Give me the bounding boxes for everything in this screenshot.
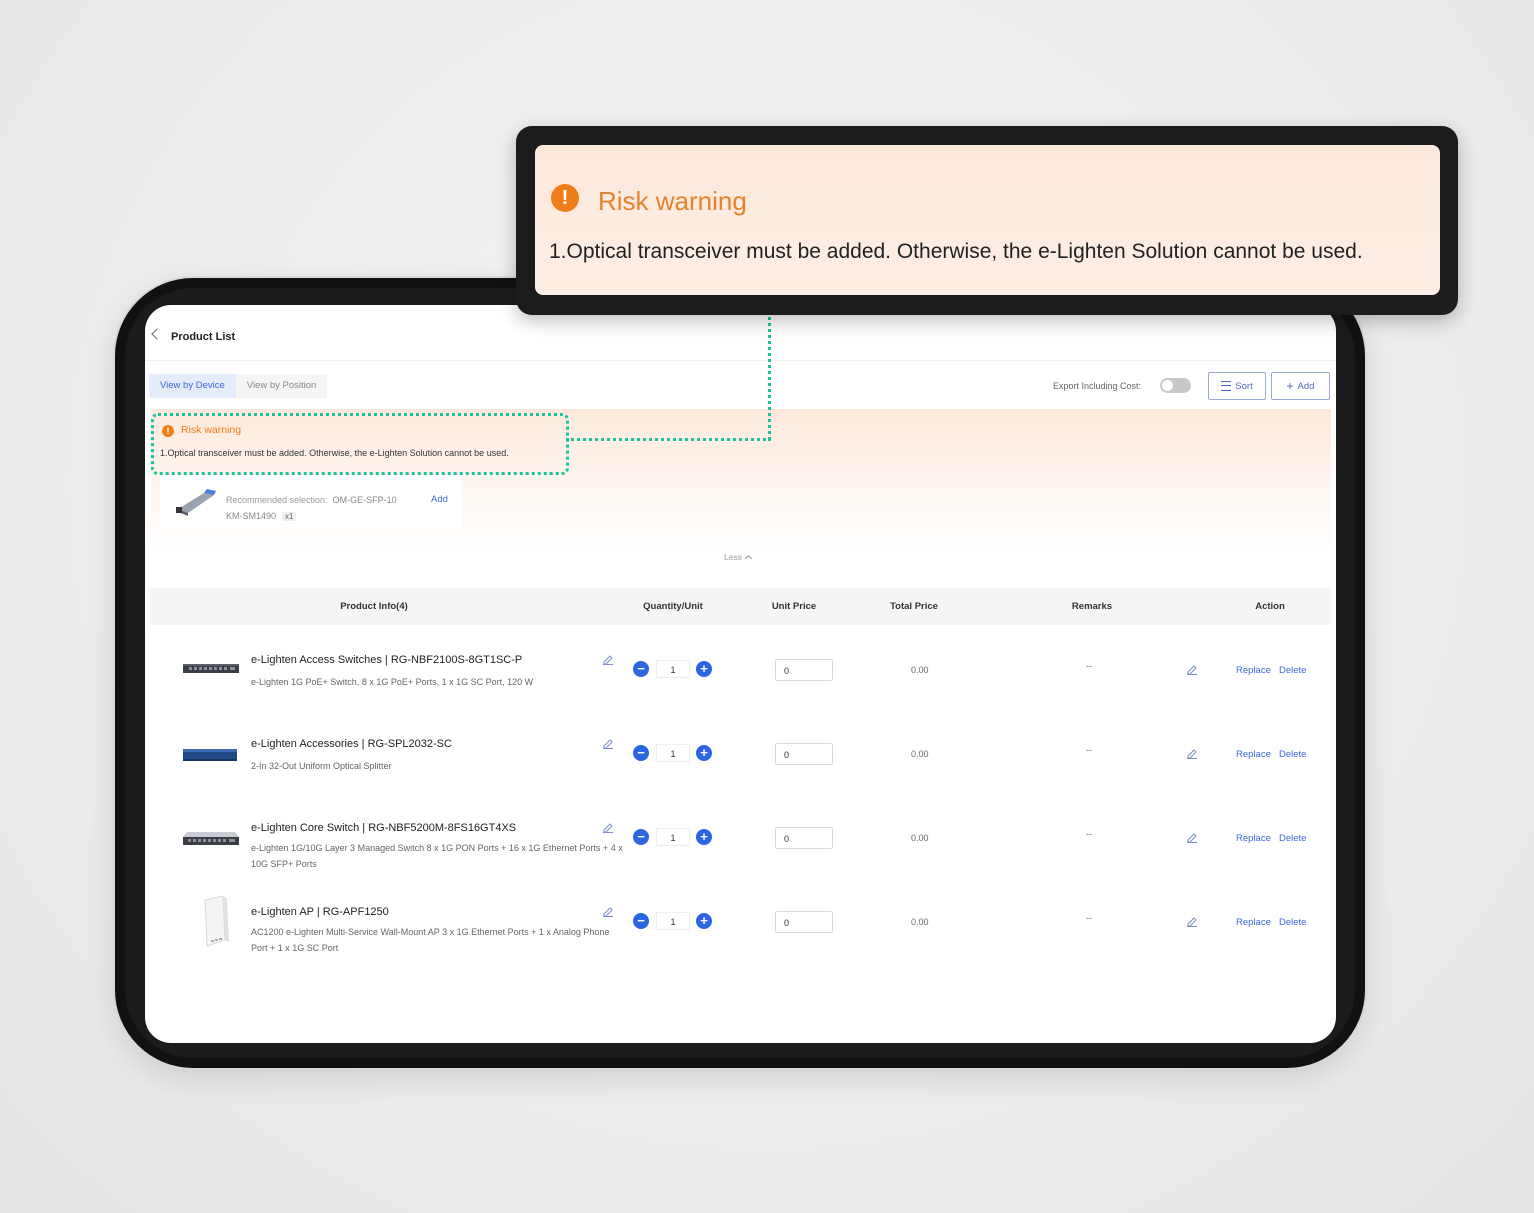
optical-splitter-image [183,749,237,761]
column-product-info: Product Info(4) [340,601,408,612]
risk-warning-callout: ! Risk warning 1.Optical transceiver mus… [516,126,1458,315]
callout-warning-title: Risk warning [598,186,747,216]
total-price: 0.00 [911,833,929,843]
quantity-input[interactable]: 1 [656,828,690,846]
delete-link[interactable]: Delete [1279,833,1306,844]
edit-remarks-pencil-icon[interactable] [1186,831,1198,843]
quantity-decrease-button[interactable]: − [633,745,649,761]
add-button[interactable]: + Add [1271,372,1330,400]
recommended-selection-label: Recommended selection: OM-GE-SFP-10 [226,495,397,505]
access-point-image [204,896,229,947]
access-switch-image [183,664,239,673]
delete-link[interactable]: Delete [1279,665,1306,676]
risk-warning-callout-panel: ! Risk warning 1.Optical transceiver mus… [535,145,1440,295]
delete-link[interactable]: Delete [1279,749,1306,760]
view-tabs: View by Device View by Position [149,374,328,398]
warning-highlight-box [151,413,569,475]
page-title: Product List [171,331,236,343]
app-screen: Product List View by Device View by Posi… [145,305,1336,1043]
tab-view-by-device[interactable]: View by Device [149,374,236,398]
add-button-label: Add [1297,380,1315,392]
unit-price-input[interactable]: 0 [775,743,833,765]
edit-remarks-pencil-icon[interactable] [1186,747,1198,759]
product-name: e-Lighten Access Switches | RG-NBF2100S-… [251,654,523,666]
recommended-selection-card: Recommended selection: OM-GE-SFP-10 Add … [160,475,462,530]
product-description: e-Lighten 1G/10G Layer 3 Managed Switch … [251,843,623,869]
sort-button[interactable]: Sort [1208,372,1266,400]
table-row: e-Lighten Core Switch | RG-NBF5200M-8FS1… [149,796,1331,880]
remarks-value: -- [1086,661,1092,671]
pencil-icon[interactable] [602,821,614,833]
quantity-increase-button[interactable]: + [696,745,712,761]
unit-price-input[interactable]: 0 [775,911,833,933]
total-price: 0.00 [911,917,929,927]
delete-link[interactable]: Delete [1279,917,1306,928]
quantity-increase-button[interactable]: + [696,913,712,929]
replace-link[interactable]: Replace [1236,833,1271,844]
tab-view-by-position[interactable]: View by Position [235,374,328,398]
column-action: Action [1255,601,1285,612]
product-name: e-Lighten Accessories | RG-SPL2032-SC [251,738,452,750]
table-header: Product Info(4) Quantity/Unit Unit Price… [149,588,1331,625]
optical-transceiver-image [176,489,216,516]
core-switch-image [183,832,239,845]
callout-connector-horizontal [566,438,771,441]
replace-link[interactable]: Replace [1236,917,1271,928]
callout-warning-message: 1.Optical transceiver must be added. Oth… [549,240,1363,263]
list-icon [1221,381,1232,391]
exclamation-circle-icon: ! [551,184,579,212]
less-toggle-link[interactable]: Less [724,552,753,563]
quantity-decrease-button[interactable]: − [633,661,649,677]
remarks-value: -- [1086,913,1092,923]
recommended-model: OM-GE-SFP-10 [332,495,397,505]
pencil-icon[interactable] [602,905,614,917]
quantity-decrease-button[interactable]: − [633,829,649,845]
unit-price-input[interactable]: 0 [775,827,833,849]
chevron-up-icon [744,554,753,563]
product-name: e-Lighten AP | RG-APF1250 [251,906,389,918]
product-name: e-Lighten Core Switch | RG-NBF5200M-8FS1… [251,822,517,834]
table-row: e-Lighten Access Switches | RG-NBF2100S-… [149,628,1331,712]
pencil-icon[interactable] [602,737,614,749]
replace-link[interactable]: Replace [1236,749,1271,760]
quantity-increase-button[interactable]: + [696,661,712,677]
recommended-model-line2: KM-SM1490 x1 [226,511,297,521]
chevron-left-icon[interactable] [151,328,163,340]
total-price: 0.00 [911,665,929,675]
product-description: e-Lighten 1G PoE+ Switch, 8 x 1G PoE+ Po… [251,677,534,687]
pencil-icon[interactable] [602,653,614,665]
product-description: AC1200 e-Lighten Multi-Service Wall-Moun… [251,927,610,953]
table-row: e-Lighten Accessories | RG-SPL2032-SC 2-… [149,712,1331,796]
quantity-input[interactable]: 1 [656,660,690,678]
column-remarks: Remarks [1071,601,1113,612]
column-quantity: Quantity/Unit [643,601,703,612]
total-price: 0.00 [911,749,929,759]
edit-remarks-pencil-icon[interactable] [1186,663,1198,675]
callout-connector-vertical [768,312,771,440]
sort-button-label: Sort [1235,380,1253,392]
unit-price-input[interactable]: 0 [775,659,833,681]
quantity-decrease-button[interactable]: − [633,913,649,929]
quantity-input[interactable]: 1 [656,912,690,930]
export-cost-toggle[interactable] [1160,378,1191,393]
column-total-price: Total Price [890,601,938,612]
table-row: e-Lighten AP | RG-APF1250 AC1200 e-Light… [149,880,1331,964]
quantity-input[interactable]: 1 [656,744,690,762]
replace-link[interactable]: Replace [1236,665,1271,676]
edit-remarks-pencil-icon[interactable] [1186,915,1198,927]
recommended-qty-badge: x1 [282,512,297,521]
remarks-value: -- [1086,829,1092,839]
plus-icon: + [1286,379,1294,393]
quantity-increase-button[interactable]: + [696,829,712,845]
export-including-cost-label: Export Including Cost: [1053,381,1142,391]
column-unit-price: Unit Price [771,601,817,612]
remarks-value: -- [1086,745,1092,755]
recommended-add-link[interactable]: Add [431,494,448,505]
product-description: 2-In 32-Out Uniform Optical Splitter [251,761,392,771]
